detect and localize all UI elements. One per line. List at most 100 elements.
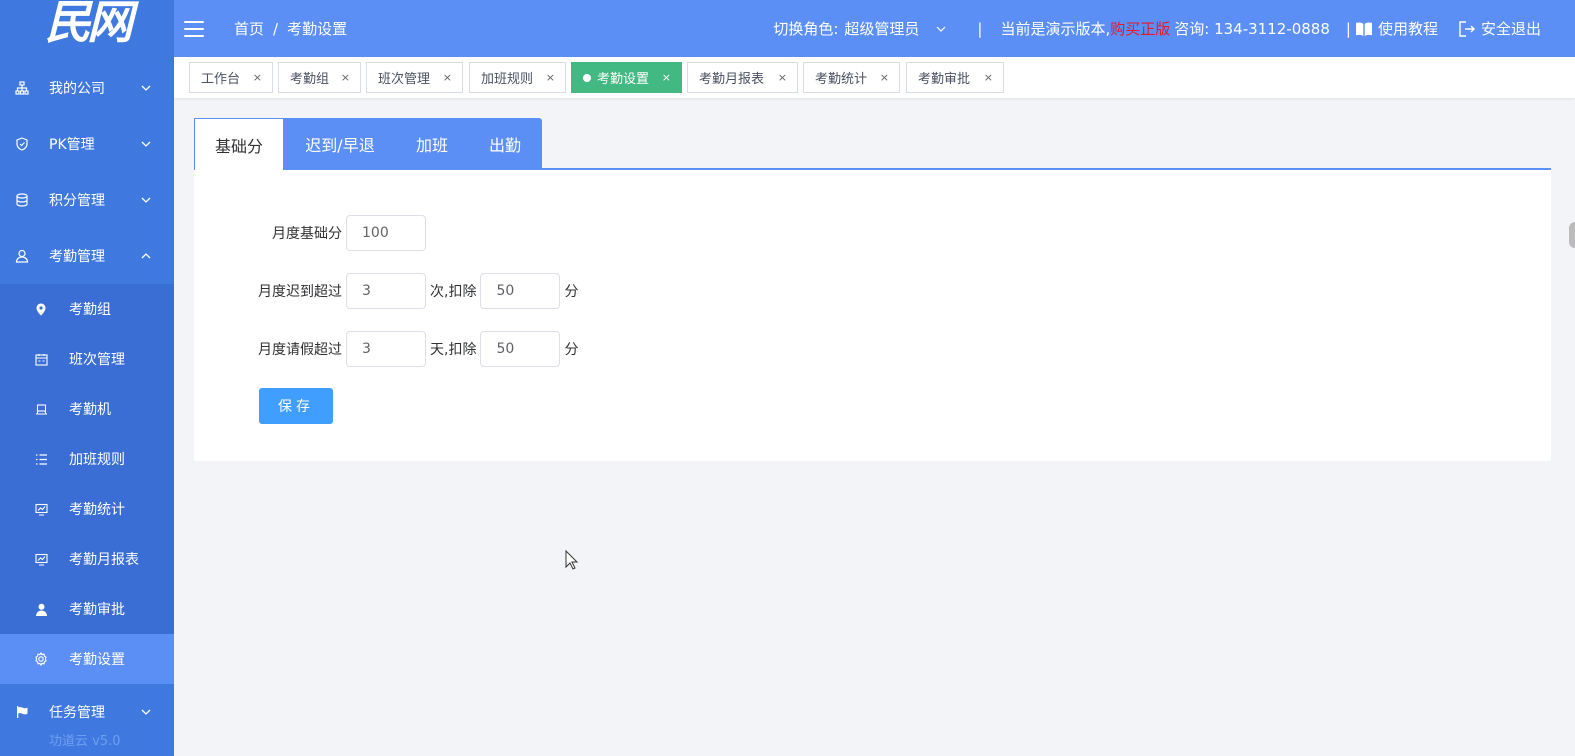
header-divider: | <box>977 19 983 38</box>
tutorial-label: 使用教程 <box>1377 20 1438 38</box>
tab-shift[interactable]: 班次管理 × <box>366 62 463 93</box>
chevron-down-icon <box>141 85 151 91</box>
list-icon <box>34 452 48 466</box>
tab-label: 班次管理 <box>378 72 431 87</box>
sidebar-item-shift[interactable]: 班次管理 <box>0 334 174 384</box>
org-chart-icon <box>14 80 30 96</box>
database-icon <box>14 192 30 208</box>
mouse-cursor-icon <box>565 550 579 570</box>
late-row: 月度迟到超过 次,扣除 分 <box>194 273 582 309</box>
tab-overtime-rules[interactable]: 加班规则 × <box>469 62 566 93</box>
sub-item-label: 考勤设置 <box>69 652 125 668</box>
active-dot <box>583 73 591 82</box>
tab-label: 考勤组 <box>290 72 330 87</box>
close-icon[interactable]: × <box>662 71 671 84</box>
sub-item-label: 考勤审批 <box>69 602 125 618</box>
close-icon[interactable]: × <box>443 71 452 84</box>
menu-points[interactable]: 积分管理 <box>0 172 174 228</box>
tab-approval[interactable]: 考勤审批 × <box>906 62 1004 93</box>
book-icon <box>1355 22 1372 36</box>
header-divider-2: | <box>1345 19 1351 38</box>
device-icon <box>34 402 48 416</box>
chevron-up-icon <box>141 253 151 259</box>
menu-attendance[interactable]: 考勤管理 <box>0 228 174 284</box>
sub-item-label: 考勤月报表 <box>69 552 139 568</box>
late-count-input[interactable] <box>346 273 426 309</box>
person-icon <box>34 602 48 616</box>
close-icon[interactable]: × <box>253 71 262 84</box>
close-icon[interactable]: × <box>880 71 889 84</box>
sidebar-item-overtime-rules[interactable]: 加班规则 <box>0 434 174 484</box>
logout-link[interactable]: 安全退出 <box>1458 18 1541 39</box>
menu-my-company[interactable]: 我的公司 <box>0 60 174 116</box>
leave-label: 月度请假超过 <box>258 342 342 358</box>
leave-deduct-input[interactable] <box>480 331 561 367</box>
chart-icon <box>34 552 48 566</box>
hamburger-menu-icon[interactable] <box>184 20 204 37</box>
close-icon[interactable]: × <box>546 71 555 84</box>
sub-item-label: 考勤组 <box>69 302 111 318</box>
flag-icon <box>14 704 30 720</box>
late-deduct-input[interactable] <box>480 273 561 309</box>
tutorial-link[interactable]: 使用教程 <box>1355 18 1438 39</box>
breadcrumb-current: 考勤设置 <box>287 20 348 38</box>
tab-attendance-stats[interactable]: 考勤统计 × <box>803 62 900 93</box>
menu-label: 考勤管理 <box>49 249 105 265</box>
sidebar-item-attendance-settings[interactable]: 考勤设置 <box>0 634 174 684</box>
tab-attendance[interactable]: 出勤 <box>468 118 542 170</box>
scroll-handle[interactable] <box>1569 222 1575 248</box>
close-icon[interactable]: × <box>341 71 350 84</box>
user-icon <box>14 248 30 264</box>
header-right: 切换角色: 超级管理员 | 当前是演示版本, 购买正版 咨询: 134-3112… <box>773 0 1541 57</box>
version-text: 功道云 v5.0 <box>49 734 121 749</box>
sidebar: 民网 我的公司 PK管理 积分管理 考勤管理 考勤组 班次管理 考勤机 加班规则… <box>0 0 174 756</box>
sub-item-label: 加班规则 <box>69 452 125 468</box>
menu-label: 任务管理 <box>49 705 105 721</box>
tab-attendance-group[interactable]: 考勤组 × <box>278 62 361 93</box>
tab-late-early[interactable]: 迟到/早退 <box>284 118 396 170</box>
tab-workbench[interactable]: 工作台 × <box>189 62 273 93</box>
save-button[interactable]: 保存 <box>259 388 333 424</box>
consult-text: 咨询: 134-3112-0888 <box>1174 20 1330 38</box>
tab-label: 考勤设置 <box>597 72 650 87</box>
top-header: 首页 / 考勤设置 切换角色: 超级管理员 | 当前是演示版本, 购买正版 咨询… <box>174 0 1575 57</box>
sidebar-item-approval[interactable]: 考勤审批 <box>0 584 174 634</box>
tab-monthly-report[interactable]: 考勤月报表 × <box>687 62 798 93</box>
logo[interactable]: 民网 <box>0 0 174 60</box>
close-icon[interactable]: × <box>984 71 993 84</box>
tab-label: 工作台 <box>201 72 241 87</box>
leave-count-input[interactable] <box>346 331 426 367</box>
shield-icon <box>14 136 30 152</box>
tab-label: 考勤统计 <box>815 72 868 87</box>
role-label: 切换角色: <box>773 20 839 38</box>
logo-text: 民网 <box>45 0 133 49</box>
late-unit: 次,扣除 <box>430 284 477 300</box>
menu-label: 我的公司 <box>49 81 105 97</box>
base-score-input[interactable] <box>346 215 426 251</box>
late-label: 月度迟到超过 <box>258 284 342 300</box>
sidebar-item-device[interactable]: 考勤机 <box>0 384 174 434</box>
breadcrumb-home[interactable]: 首页 <box>234 18 264 39</box>
sidebar-item-attendance-stats[interactable]: 考勤统计 <box>0 484 174 534</box>
breadcrumb-separator: / <box>273 19 279 38</box>
chevron-down-icon <box>936 26 946 32</box>
close-icon[interactable]: × <box>778 71 787 84</box>
gear-icon <box>34 652 48 666</box>
logout-icon <box>1459 20 1475 37</box>
late-suffix: 分 <box>564 284 579 300</box>
sub-item-label: 班次管理 <box>69 352 125 368</box>
logout-label: 安全退出 <box>1480 20 1541 38</box>
sidebar-item-monthly-report[interactable]: 考勤月报表 <box>0 534 174 584</box>
menu-pk[interactable]: PK管理 <box>0 116 174 172</box>
tab-overtime[interactable]: 加班 <box>396 118 468 170</box>
menu-label: PK管理 <box>49 137 95 153</box>
tab-label: 加班规则 <box>481 72 534 87</box>
role-value: 超级管理员 <box>844 20 920 38</box>
role-select[interactable]: 超级管理员 <box>844 18 947 39</box>
sidebar-item-attendance-group[interactable]: 考勤组 <box>0 284 174 334</box>
chart-icon <box>34 502 48 516</box>
chevron-down-icon <box>141 709 151 715</box>
buy-link[interactable]: 购买正版 <box>1110 18 1170 39</box>
tab-attendance-settings[interactable]: 考勤设置 × <box>571 62 682 93</box>
tab-base-score[interactable]: 基础分 <box>194 118 284 170</box>
